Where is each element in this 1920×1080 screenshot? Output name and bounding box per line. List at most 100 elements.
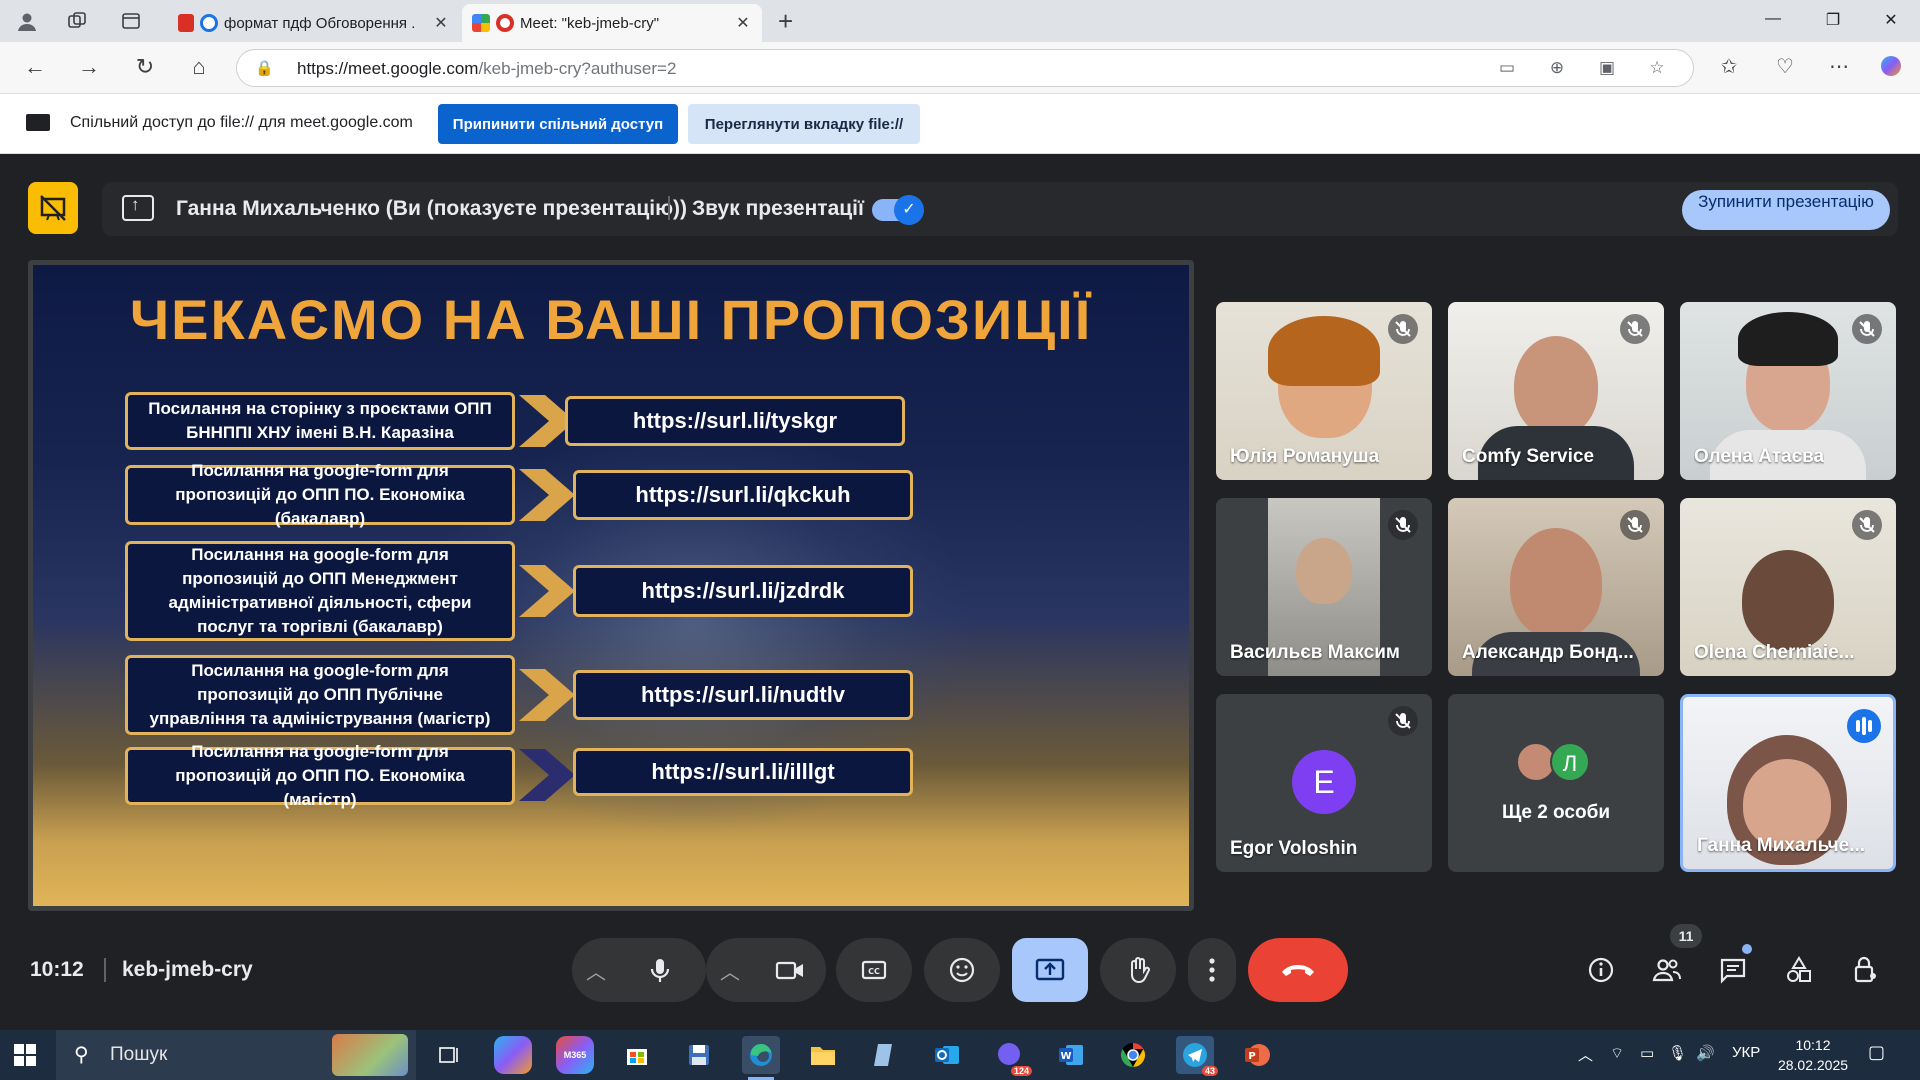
participant-tile[interactable]: Васильєв Максим [1216, 498, 1432, 676]
hide-presentation-icon[interactable] [28, 182, 78, 234]
task-view-icon[interactable] [430, 1036, 468, 1074]
camera-in-use-icon[interactable]: ▭ [1493, 58, 1521, 78]
viber-icon[interactable]: 124 [990, 1036, 1032, 1076]
participant-name: Ганна Михальче... [1697, 835, 1866, 856]
outlook-icon[interactable] [928, 1036, 966, 1074]
slide-title: ЧЕКАЄМО НА ВАШІ ПРОПОЗИЦІЇ [129, 288, 1093, 351]
volume-icon[interactable]: 🔊 [1696, 1044, 1715, 1062]
maximize-button[interactable]: ❐ [1818, 10, 1848, 30]
slide-link-url: https://surl.li/qkckuh [573, 470, 913, 520]
participant-tile-self[interactable]: Ганна Михальче... [1680, 694, 1896, 872]
url-input[interactable]: 🔒 https://meet.google.com/keb-jmeb-cry?a… [236, 49, 1694, 87]
avatar: E [1292, 750, 1356, 814]
url-path: /keb-jmeb-cry?authuser=2 [478, 59, 677, 78]
more-participants-tile[interactable]: Л Ще 2 особи [1448, 694, 1664, 872]
start-button[interactable] [14, 1044, 36, 1066]
avatar-stack: Л [1516, 740, 1606, 786]
refresh-icon[interactable]: ↻ [130, 54, 160, 80]
vertical-tabs-icon[interactable] [118, 9, 144, 33]
mic-off-icon [1388, 510, 1418, 540]
presentation-bar: Ганна Михальченко (Ви (показуєте презент… [102, 182, 1898, 236]
copilot-icon[interactable] [1876, 54, 1906, 84]
show-hidden-icons-icon[interactable]: ︿ [1578, 1044, 1593, 1065]
microphone-tray-icon[interactable]: 🎙 [1668, 1044, 1687, 1062]
file-explorer-icon[interactable] [804, 1036, 842, 1074]
taskbar-search[interactable]: ⚲ Пошук [56, 1030, 416, 1080]
view-shared-tab-button[interactable]: Переглянути вкладку file:// [688, 104, 920, 144]
chevron-right-icon [519, 749, 575, 801]
tab-meet[interactable]: Meet: "keb-jmeb-cry" ✕ [462, 4, 762, 42]
participant-video [1510, 528, 1602, 638]
telegram-icon[interactable]: 43 [1176, 1036, 1218, 1076]
presentation-audio-label: Звук презентації [692, 197, 864, 220]
notifications-icon[interactable]: ▢ [1868, 1042, 1885, 1063]
speaking-indicator-icon [1847, 709, 1881, 743]
lock-icon[interactable]: 🔒 [255, 59, 274, 77]
participant-tile[interactable]: Юлія Романуша [1216, 302, 1432, 480]
check-icon: ✓ [894, 195, 924, 225]
browser-tab-bar: формат пдф Обговорення . ✕ Meet: "keb-jm… [0, 0, 1920, 42]
microsoft-365-icon[interactable]: M365 [556, 1036, 594, 1074]
new-tab-button[interactable]: + [778, 8, 793, 34]
input-language[interactable]: УКР [1732, 1044, 1760, 1061]
sharing-notice-text: Спільний доступ до file:// для meet.goog… [70, 114, 413, 131]
close-window-button[interactable]: ✕ [1876, 10, 1906, 30]
recording-icon [200, 14, 218, 32]
tab-title: Meet: "keb-jmeb-cry" [520, 14, 660, 32]
back-arrow-icon[interactable]: ← [20, 54, 50, 80]
pdf-icon [178, 14, 194, 32]
notes-app-icon[interactable] [866, 1036, 904, 1074]
presentation-audio-toggle[interactable]: ✓ [872, 195, 924, 225]
tab-pdf-discussion[interactable]: формат пдф Обговорення . ✕ [168, 4, 460, 42]
word-icon[interactable]: W [1052, 1036, 1090, 1074]
favorite-star-icon[interactable]: ☆ [1643, 58, 1671, 78]
svg-text:P: P [1248, 1051, 1255, 1062]
close-tab-icon[interactable]: ✕ [734, 13, 752, 33]
participant-tile[interactable]: Olena Cherniaie... [1680, 498, 1896, 676]
chrome-icon[interactable] [1114, 1036, 1152, 1074]
stop-presentation-button[interactable]: Зупинити презентацію [1682, 190, 1890, 230]
participant-video [1514, 336, 1598, 436]
participant-video [1742, 550, 1834, 650]
app-available-icon[interactable]: ▣ [1593, 58, 1621, 78]
profile-icon[interactable] [14, 9, 40, 33]
copilot-app-icon[interactable] [494, 1036, 532, 1074]
slide-link-description: Посилання на google-form для пропозицій … [125, 742, 515, 809]
favorites-icon[interactable]: ✩ [1714, 54, 1744, 79]
slide-link-description: Посилання на google-form для пропозицій … [125, 541, 515, 641]
close-tab-icon[interactable]: ✕ [432, 13, 450, 33]
participant-name: Comfy Service [1462, 446, 1595, 467]
slide-link-url: https://surl.li/illlgt [573, 748, 913, 796]
participant-tile[interactable]: Олена Атаєва [1680, 302, 1896, 480]
minimize-button[interactable]: — [1758, 10, 1788, 28]
home-icon[interactable]: ⌂ [184, 54, 214, 80]
clock-time: 10:12 [1795, 1037, 1831, 1053]
recording-icon [496, 14, 514, 32]
url-text: https://meet.google.com/keb-jmeb-cry?aut… [297, 59, 676, 79]
edge-browser-icon[interactable] [742, 1036, 780, 1080]
battery-icon[interactable]: ▭ [1640, 1044, 1654, 1062]
telegram-unread-count: 43 [1201, 1066, 1218, 1076]
mic-off-icon [1388, 314, 1418, 344]
tab-title: формат пдф Обговорення . [224, 14, 416, 32]
search-icon: ⚲ [74, 1044, 89, 1066]
clock-date: 28.02.2025 [1777, 1057, 1849, 1073]
forward-arrow-icon[interactable]: → [74, 54, 104, 80]
store-icon[interactable] [618, 1036, 656, 1074]
more-menu-icon[interactable]: ⋯ [1824, 54, 1854, 79]
participant-tile[interactable]: Comfy Service [1448, 302, 1664, 480]
sharing-notification-bar: Спільний доступ до file:// для meet.goog… [0, 94, 1920, 154]
workspaces-icon[interactable] [64, 9, 90, 33]
participant-video [1268, 316, 1380, 386]
powerpoint-icon[interactable]: P [1238, 1036, 1276, 1074]
taskbar-clock[interactable]: 10:12 28.02.2025 [1776, 1035, 1850, 1075]
save-disk-app-icon[interactable] [680, 1036, 718, 1074]
wifi-icon[interactable]: ⌔ [1610, 1044, 1624, 1063]
more-participants-label: Ще 2 особи [1502, 802, 1610, 823]
participant-tile[interactable]: E Egor Voloshin [1216, 694, 1432, 872]
stop-sharing-button[interactable]: Припинити спільний доступ [438, 104, 678, 144]
slide-link-description: Посилання на сторінку з проєктами ОПП БН… [125, 392, 515, 450]
participant-tile[interactable]: Александр Бонд... [1448, 498, 1664, 676]
zoom-icon[interactable]: ⊕ [1543, 58, 1571, 78]
browser-essentials-icon[interactable]: ♡ [1770, 54, 1800, 79]
